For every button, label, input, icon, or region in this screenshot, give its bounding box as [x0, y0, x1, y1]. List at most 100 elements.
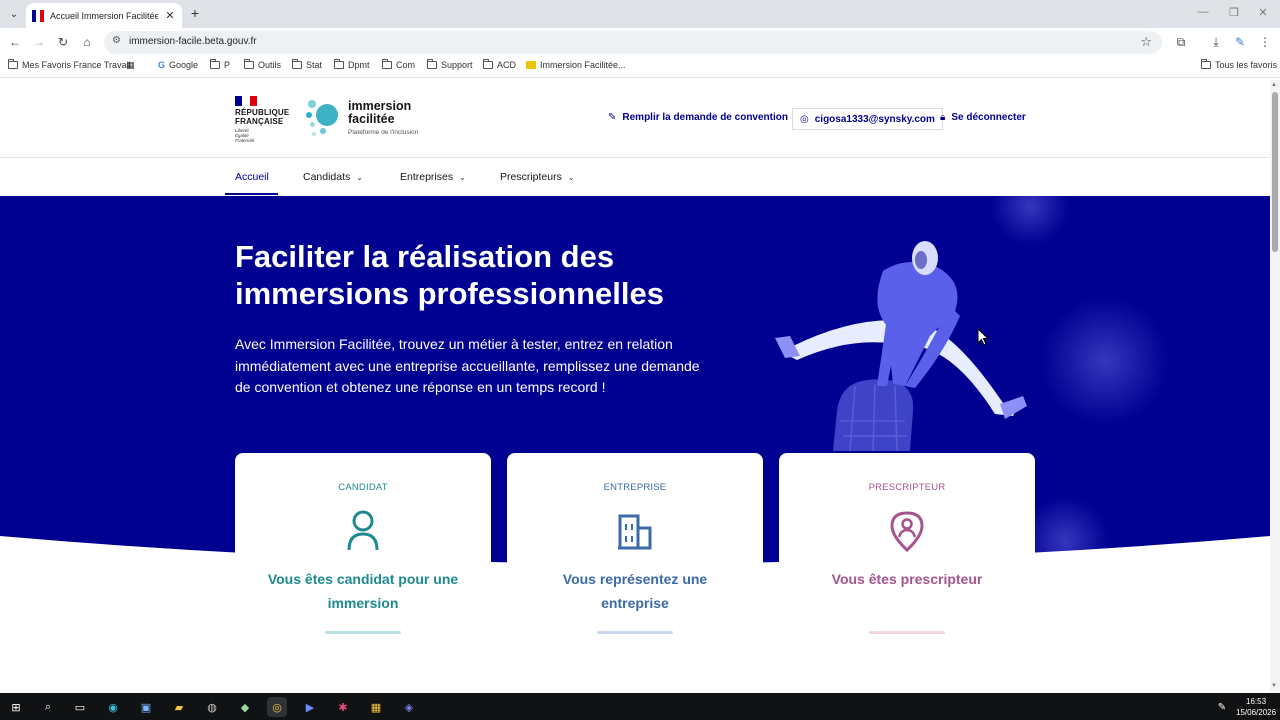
bookmark-star-icon[interactable]: ☆ [1140, 34, 1152, 50]
bookmark-folder-outils[interactable]: Outils [244, 59, 281, 70]
bookmark-label: Google [169, 60, 199, 70]
window-close-icon[interactable]: ✕ [1256, 6, 1270, 19]
bookmark-favicon-icon [526, 61, 536, 69]
bookmark-folder-dpmt[interactable]: Dpmt [334, 59, 370, 70]
pen-icon[interactable]: ✎ [1212, 697, 1232, 717]
card-candidat-title[interactable]: Vous êtes candidat pour une immersion [235, 567, 491, 615]
address-toolbar: ← → ↻ ⌂ ⚙ immersion-facile.beta.gouv.fr … [0, 28, 1280, 56]
url-text[interactable]: immersion-facile.beta.gouv.fr [129, 36, 257, 47]
bookmark-folder-com[interactable]: Com [382, 59, 416, 70]
back-icon[interactable]: ← [7, 34, 23, 50]
bookmark-folder-stat[interactable]: Stat [292, 59, 323, 70]
brand-subtitle: Plateforme de l'inclusion [348, 129, 419, 136]
download-icon[interactable]: ⤓ [1208, 34, 1224, 50]
bookmark-immersion[interactable]: Immersion Facilitée... [526, 60, 626, 70]
card-kicker: ENTREPRISE [603, 482, 667, 493]
browser-tab-bar: ⌄ Accueil Immersion Facilitée - Pl ✕ + —… [0, 0, 1280, 28]
windows-start-icon[interactable]: ⊞ [6, 697, 26, 717]
task-view-icon[interactable]: ▭ [70, 697, 90, 717]
card-title-line1: Vous représentez une [562, 571, 708, 587]
bookmark-label: P [224, 60, 231, 70]
calendar-icon[interactable]: ▦ [366, 697, 386, 717]
nav-item-accueil[interactable]: Accueil [235, 171, 269, 183]
app-icon[interactable]: ▣ [136, 697, 156, 717]
bookmark-label: Tous les favoris [1215, 60, 1278, 70]
mouse-cursor-icon [977, 328, 989, 346]
bookmark-label: ACD [497, 60, 517, 70]
clock-date: 15/06/2026 [1236, 708, 1277, 717]
bookmark-folder-p[interactable]: P [210, 59, 231, 70]
clock[interactable]: 16:53 15/06/2026 [1236, 696, 1276, 718]
bookmark-google[interactable]: G Google [158, 60, 198, 70]
forward-icon[interactable]: → [31, 34, 47, 50]
home-icon[interactable]: ⌂ [79, 34, 95, 50]
reload-icon[interactable]: ↻ [55, 34, 71, 50]
search-icon[interactable]: ⌕ [38, 697, 58, 717]
nav-label: Accueil [235, 171, 269, 183]
bookmark-label: Mes Favoris France Travail [22, 60, 131, 70]
nav-item-candidats[interactable]: Candidats ⌄ [303, 171, 363, 183]
profile-extension-icon[interactable]: ✎ [1232, 34, 1248, 50]
site-info-icon[interactable]: ⚙ [112, 35, 121, 46]
motto-3: Fraternité [235, 138, 255, 143]
bookmark-label: Stat [306, 60, 323, 70]
nav-label: Candidats [303, 171, 351, 183]
marianne-favicon-icon [32, 9, 44, 22]
bookmark-mes-favoris[interactable]: Mes Favoris France Travail [8, 59, 131, 70]
edge-icon[interactable]: ◉ [103, 697, 123, 717]
teams-icon[interactable]: ◈ [399, 697, 419, 717]
app-icon[interactable]: ◍ [202, 697, 222, 717]
active-nav-indicator [225, 193, 278, 195]
folder-icon [210, 59, 220, 69]
tab-close-icon[interactable]: ✕ [164, 9, 176, 22]
card-title-line2: entreprise [601, 595, 669, 611]
card-candidat-bar [325, 631, 401, 634]
google-icon: G [158, 60, 166, 70]
app-icon[interactable]: ▶ [300, 697, 320, 717]
card-title-line1: Vous êtes candidat pour une [267, 571, 459, 587]
chrome-icon[interactable]: ◎ [267, 697, 287, 717]
brand-text[interactable]: immersion facilitée Plateforme de l'incl… [348, 100, 419, 137]
site-header: RÉPUBLIQUE FRANÇAISE Liberté Égalité Frater… [0, 80, 1270, 158]
card-prescripteur-title[interactable]: Vous êtes prescripteur [779, 567, 1035, 591]
republique-francaise-logo[interactable]: RÉPUBLIQUE FRANÇAISE Liberté Égalité Frater… [235, 96, 289, 143]
folder-icon [427, 59, 437, 69]
building-icon [618, 514, 652, 550]
slack-icon[interactable]: ✱ [333, 697, 353, 717]
motto: Liberté Égalité Fraternité [235, 128, 289, 143]
hero-text: Avec Immersion Facilitée, trouvez un mét… [235, 336, 700, 395]
more-menu-icon[interactable]: ⋮ [1257, 34, 1273, 50]
bookmark-label: Dpmt [348, 60, 370, 70]
nav-item-prescripteurs[interactable]: Prescripteurs ⌄ [500, 171, 575, 183]
scrollbar-thumb[interactable] [1272, 92, 1278, 252]
chevron-down-icon: ⌄ [459, 173, 466, 182]
bookmark-label: Com [396, 60, 416, 70]
main-nav: Accueil Candidats ⌄ Entreprises ⌄ Prescrip… [0, 159, 1270, 196]
convention-link[interactable]: ✎ Remplir la demande de convention [608, 112, 788, 123]
location-user-icon [890, 511, 924, 552]
bookmark-folder-support[interactable]: Support [427, 59, 473, 70]
card-entreprise-title[interactable]: Vous représentez une entreprise [507, 567, 763, 615]
app-icon[interactable]: ◆ [235, 697, 255, 717]
scroll-down-icon[interactable]: ▼ [1271, 683, 1277, 689]
minimize-icon[interactable]: — [1196, 6, 1210, 18]
marianne-flag-icon [235, 96, 257, 106]
nav-label: Entreprises [400, 171, 454, 183]
logout-link[interactable]: 🔒︎ Se déconnecter [940, 112, 1026, 123]
bookmark-folder-acd[interactable]: ACD [483, 59, 517, 70]
user-account-button[interactable]: ◎ cigosa1333@synsky.com [792, 108, 943, 130]
page-scrollbar[interactable]: ▲ ▼ [1270, 80, 1280, 693]
apps-grid-icon[interactable]: ▦ [126, 60, 135, 71]
scroll-up-icon[interactable]: ▲ [1271, 82, 1277, 88]
tab-list-chevron-icon[interactable]: ⌄ [4, 4, 24, 24]
browser-tab[interactable]: Accueil Immersion Facilitée - Pl ✕ [26, 3, 182, 28]
file-explorer-icon[interactable]: ▰ [169, 697, 189, 717]
immersion-facile-logo-icon[interactable] [306, 98, 342, 138]
logout-label: Se déconnecter [951, 112, 1026, 123]
nav-item-entreprises[interactable]: Entreprises ⌄ [400, 171, 466, 183]
new-tab-icon[interactable]: + [188, 6, 202, 22]
restore-icon[interactable]: ❐ [1227, 6, 1241, 19]
extensions-icon[interactable]: ⧉ [1173, 34, 1189, 50]
omnibox[interactable]: ⚙ immersion-facile.beta.gouv.fr ☆ [104, 31, 1162, 54]
bookmark-all-favorites[interactable]: Tous les favoris [1201, 59, 1278, 70]
